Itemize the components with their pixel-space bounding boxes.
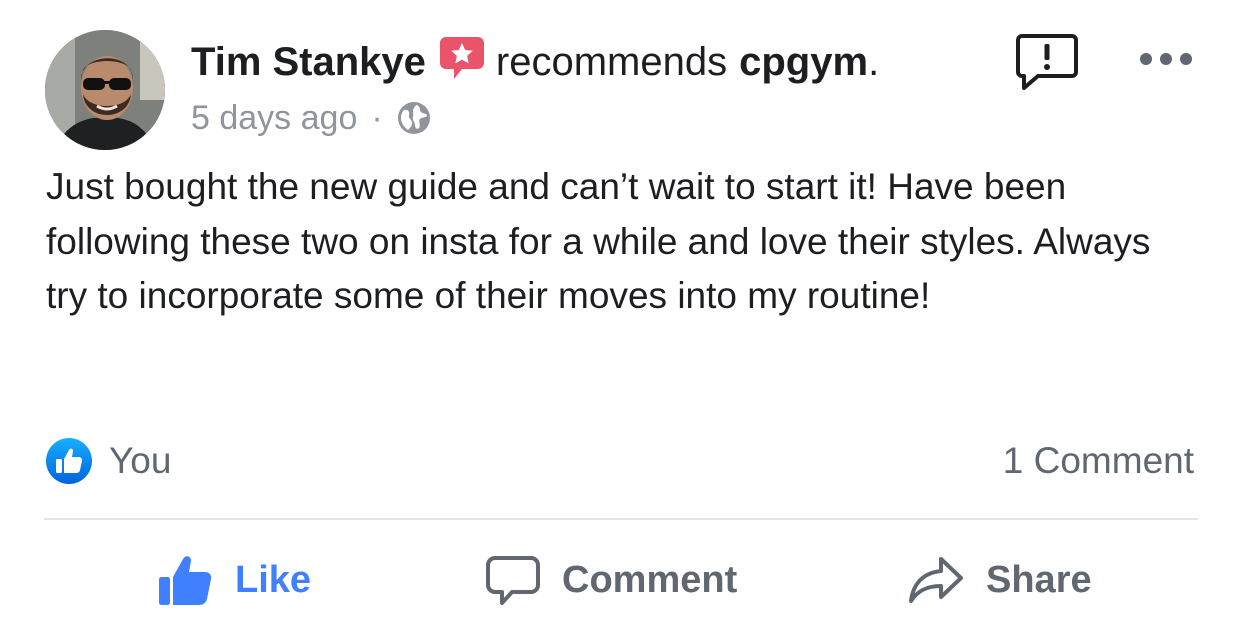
share-button[interactable]: Share — [908, 548, 1092, 612]
divider — [44, 518, 1198, 520]
action-bar: Like Comment Share — [0, 548, 1242, 612]
comment-bubble-icon — [486, 556, 540, 605]
avatar-photo — [45, 30, 165, 150]
comment-button[interactable]: Comment — [486, 548, 737, 612]
post-timestamp[interactable]: 5 days ago — [191, 99, 357, 138]
author-name[interactable]: Tim Stankye — [191, 40, 426, 85]
meta-separator: · — [371, 98, 383, 137]
like-label: Like — [235, 558, 312, 601]
share-label: Share — [986, 558, 1092, 601]
reactions-summary[interactable]: You — [45, 436, 171, 486]
post-body-text: Just bought the new guide and can’t wait… — [46, 166, 1151, 316]
more-options-icon[interactable] — [1138, 46, 1194, 72]
avatar[interactable] — [45, 30, 165, 150]
post-meta: 5 days ago · — [191, 96, 431, 140]
recommends-text: recommends — [495, 39, 728, 84]
page-name-link[interactable]: cpgym — [739, 40, 868, 85]
thumbs-up-icon — [159, 556, 212, 605]
share-arrow-icon — [909, 557, 963, 603]
report-icon[interactable] — [1016, 32, 1078, 92]
header-period: . — [868, 39, 880, 84]
recommendation-star-icon — [439, 35, 484, 81]
reactors-text[interactable]: You — [109, 440, 171, 482]
like-reaction-icon — [45, 437, 93, 485]
comment-label: Comment — [562, 558, 738, 601]
comment-count[interactable]: 1 Comment — [1003, 436, 1194, 486]
post-header: Tim Stankye recommends cpgym . — [191, 36, 879, 88]
like-button[interactable]: Like — [157, 548, 311, 612]
globe-icon[interactable] — [397, 101, 431, 135]
